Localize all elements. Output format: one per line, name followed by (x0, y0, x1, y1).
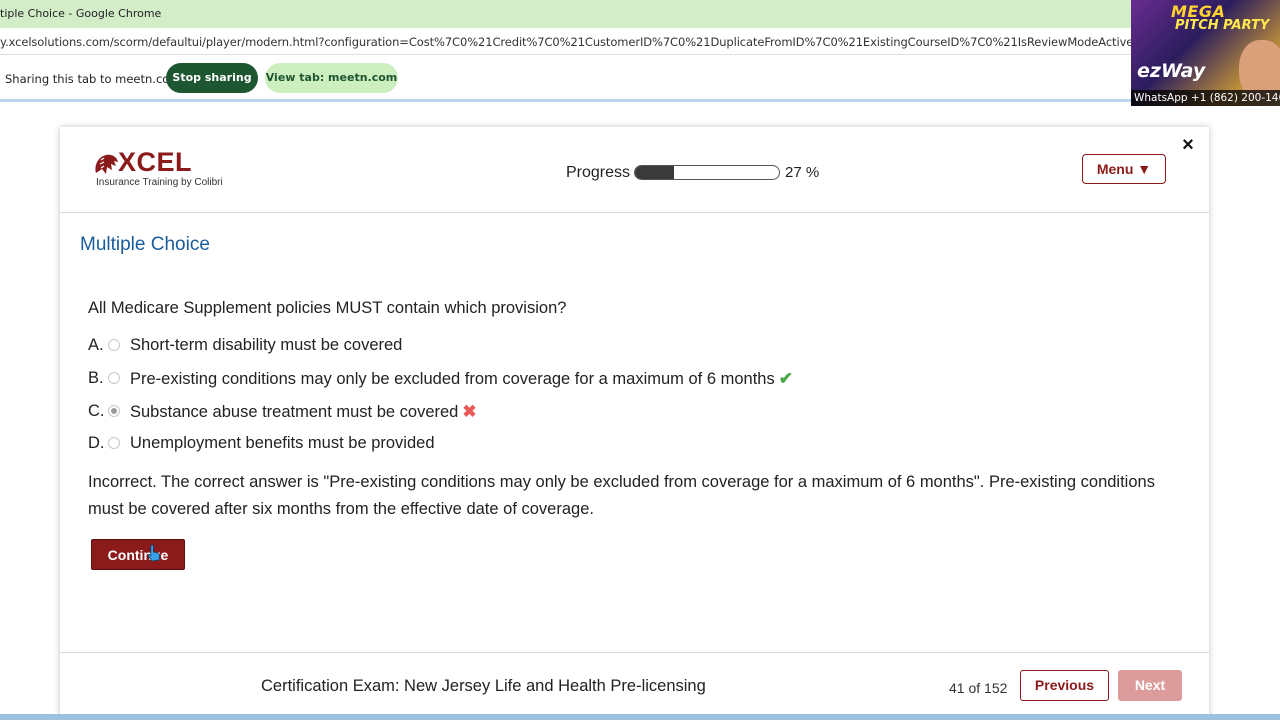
progress-percentage: 27 % (785, 164, 820, 181)
course-player: XCEL Insurance Training by Colibri Progr… (60, 127, 1209, 720)
address-bar[interactable]: y.xcelsolutions.com/scorm/defaultui/play… (0, 28, 1280, 55)
sharing-status-text: Sharing this tab to meetn.com (5, 72, 181, 86)
hand-cursor-icon (147, 544, 160, 562)
page-counter: 41 of 152 (949, 680, 1008, 696)
radio-button[interactable] (108, 437, 120, 449)
webcam-overlay: MEGA PITCH PARTY ezWay WhatsApp +1 (862)… (1131, 0, 1280, 106)
radio-button[interactable] (108, 339, 120, 351)
xcel-logo: XCEL Insurance Training by Colibri (92, 147, 223, 193)
option-letter: C. (88, 402, 105, 420)
option-text[interactable]: Substance abuse treatment must be covere… (130, 402, 477, 422)
player-footer: Certification Exam: New Jersey Life and … (60, 652, 1209, 720)
logo-brand-text: XCEL (118, 147, 193, 177)
close-icon[interactable]: × (1178, 134, 1198, 156)
option-text[interactable]: Short-term disability must be covered (130, 336, 402, 355)
view-tab-button[interactable]: View tab: meetn.com (265, 63, 398, 93)
window-title: tiple Choice - Google Chrome (0, 7, 162, 20)
next-button[interactable]: Next (1118, 670, 1182, 701)
correct-check-icon: ✔ (778, 369, 793, 388)
course-title: Certification Exam: New Jersey Life and … (261, 677, 706, 695)
option-label: Substance abuse treatment must be covere… (130, 403, 459, 421)
tab-sharing-bar: Sharing this tab to meetn.com Stop shari… (0, 56, 1280, 102)
question-text: All Medicare Supplement policies MUST co… (88, 299, 567, 317)
option-label: Pre-existing conditions may only be excl… (130, 370, 775, 388)
whatsapp-caption: WhatsApp +1 (862) 200-1469 (1131, 90, 1280, 106)
radio-button[interactable] (108, 372, 120, 384)
webcam-logo-text: ezWay (1137, 60, 1206, 82)
radio-button-selected[interactable] (108, 405, 120, 417)
browser-title-bar: tiple Choice - Google Chrome (0, 0, 1280, 28)
continue-button[interactable]: Continue (91, 539, 185, 570)
logo-subtitle: Insurance Training by Colibri (96, 177, 223, 188)
url-text[interactable]: y.xcelsolutions.com/scorm/defaultui/play… (0, 35, 1222, 49)
option-letter: B. (88, 369, 104, 387)
previous-button[interactable]: Previous (1020, 670, 1109, 701)
webcam-banner-subtitle: PITCH PARTY (1175, 18, 1270, 33)
option-letter: A. (88, 336, 104, 354)
progress-bar-fill (635, 166, 674, 179)
section-title: Multiple Choice (80, 234, 210, 255)
lion-logo-icon (95, 154, 118, 174)
option-text[interactable]: Pre-existing conditions may only be excl… (130, 369, 793, 389)
stop-sharing-button[interactable]: Stop sharing (166, 63, 258, 93)
player-header: XCEL Insurance Training by Colibri Progr… (60, 127, 1209, 213)
option-letter: D. (88, 434, 105, 452)
taskbar-edge (0, 714, 1280, 720)
incorrect-x-icon: ✖ (462, 402, 477, 421)
progress-label: Progress (566, 164, 631, 181)
option-text[interactable]: Unemployment benefits must be provided (130, 434, 435, 453)
answer-feedback: Incorrect. The correct answer is "Pre-ex… (88, 473, 1155, 518)
menu-button[interactable]: Menu ▼ (1082, 154, 1166, 184)
progress-bar (634, 165, 780, 180)
